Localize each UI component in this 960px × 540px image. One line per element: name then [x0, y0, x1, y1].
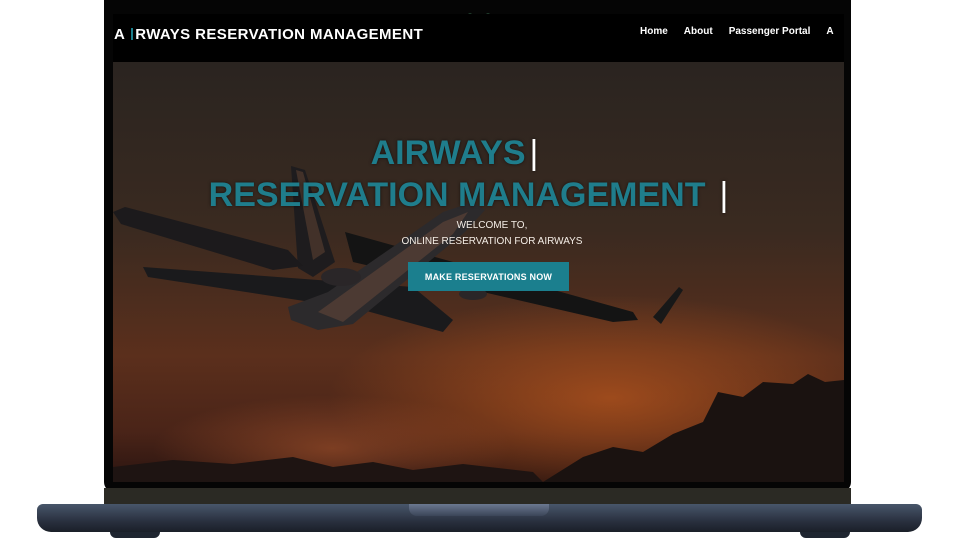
hero-title-line-1: AIRWAYS |: [113, 134, 820, 173]
nav-links: Home About Passenger Portal A: [640, 26, 844, 37]
welcome-text: WELCOME TO, ONLINE RESERVATION FOR AIRWA…: [113, 218, 844, 250]
trackpad-notch: [409, 504, 549, 516]
typing-cursor-icon: [131, 28, 134, 40]
brand-logo-text[interactable]: A RWAYS RESERVATION MANAGEMENT: [114, 26, 423, 43]
welcome-line-1: WELCOME TO,: [456, 220, 528, 231]
make-reservations-button[interactable]: MAKE RESERVATIONS NOW: [408, 262, 569, 291]
nav-link-about[interactable]: About: [684, 26, 713, 37]
hero-title-line-2: RESERVATION MANAGEMENT |: [113, 176, 834, 215]
browser-screen: A RWAYS RESERVATION MANAGEMENT Home About P…: [113, 14, 844, 482]
typing-caret-2: |: [719, 176, 729, 214]
nav-link-passenger-portal[interactable]: Passenger Portal: [729, 26, 811, 37]
hero-title-reservation-management: RESERVATION MANAGEMENT: [208, 176, 706, 214]
cloud-silhouette: [543, 374, 844, 482]
nav-link-home[interactable]: Home: [640, 26, 668, 37]
laptop-foot-left: [110, 532, 160, 538]
laptop-foot-right: [800, 532, 850, 538]
brand-prefix: A: [114, 26, 126, 43]
brand-suffix: RWAYS RESERVATION MANAGEMENT: [135, 26, 424, 43]
nav-link-truncated[interactable]: A: [826, 26, 833, 37]
hero-section: AIRWAYS | RESERVATION MANAGEMENT | WELCOME…: [113, 62, 844, 482]
laptop-base: [37, 504, 922, 532]
ground-haze: [113, 457, 543, 482]
hero-title-airways: AIRWAYS: [370, 134, 526, 172]
typing-caret: |: [529, 134, 539, 172]
welcome-line-2: ONLINE RESERVATION FOR AIRWAYS: [401, 236, 583, 247]
navbar: A RWAYS RESERVATION MANAGEMENT Home About P…: [113, 14, 844, 62]
